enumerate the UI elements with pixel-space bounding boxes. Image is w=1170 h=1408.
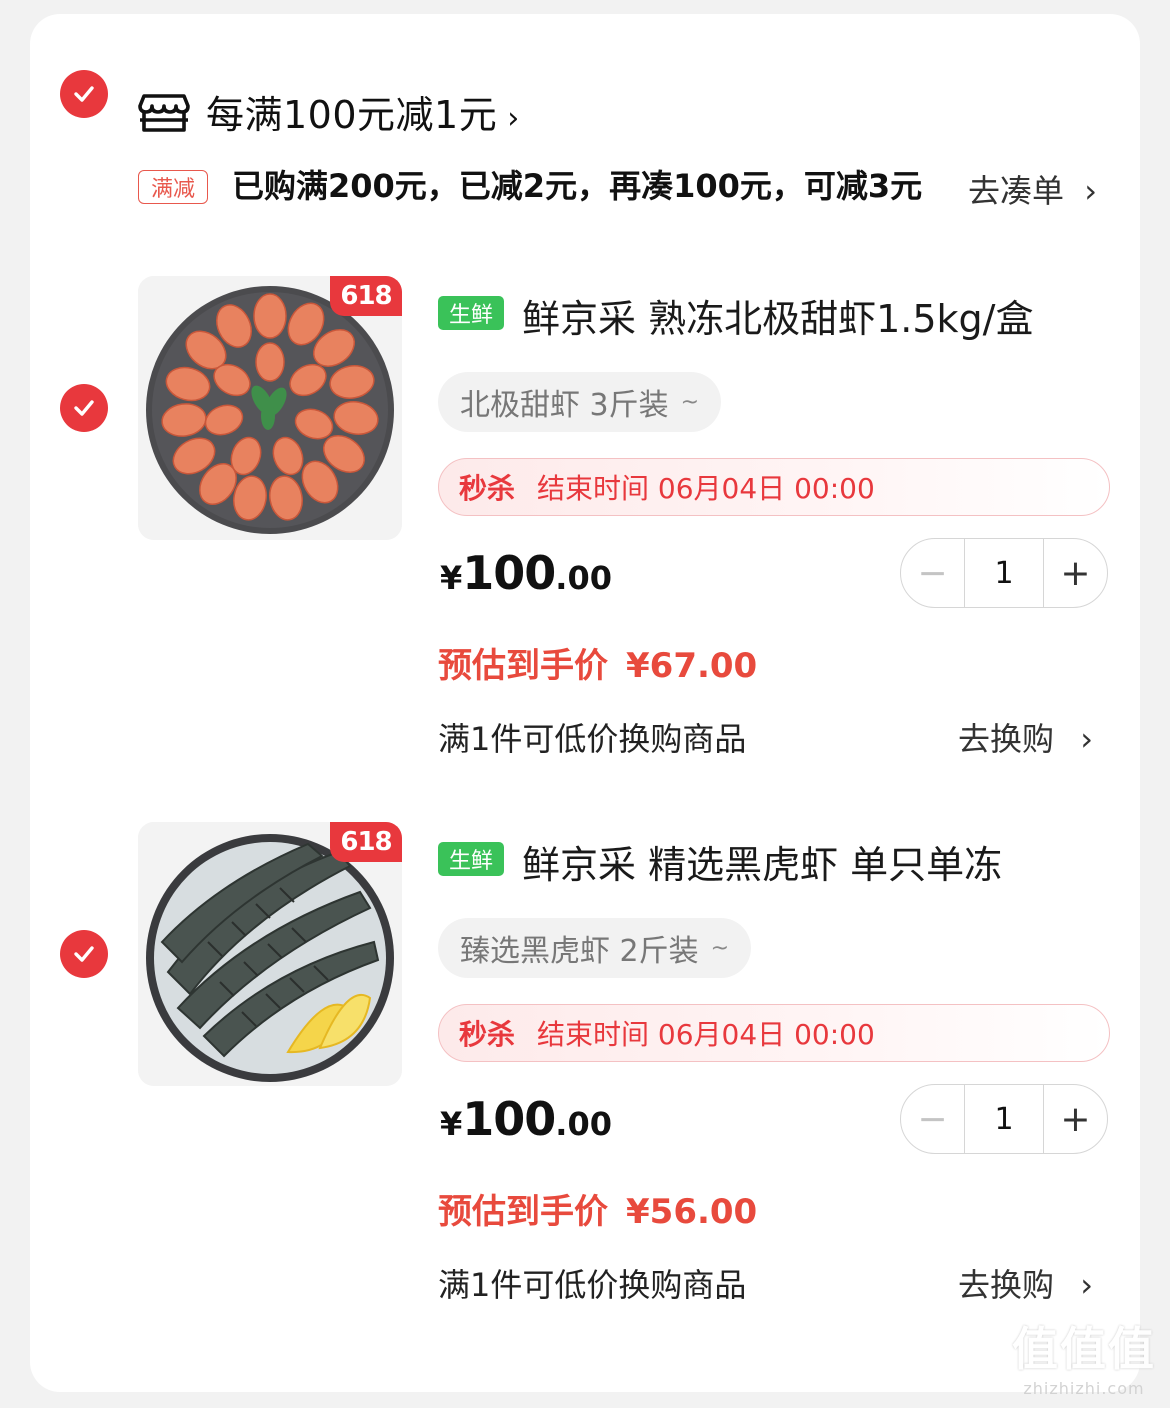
quantity-stepper: − 1 + (900, 1084, 1108, 1154)
site-watermark: 值值值 zhizhizhi.com (1012, 1313, 1156, 1398)
promo-tag: 满减 (138, 170, 208, 204)
product-image[interactable]: 618 (138, 276, 402, 540)
chevron-down-icon: ~ (710, 935, 730, 961)
quantity-value[interactable]: 1 (965, 1085, 1043, 1153)
decrease-quantity-button[interactable]: − (901, 1085, 965, 1153)
product-price: ¥100.00 (440, 546, 612, 600)
spec-label: 北极甜虾 3斤装 (460, 388, 669, 423)
store-promo-title-text: 每满100元减1元 (206, 93, 498, 137)
product-image[interactable]: 618 (138, 822, 402, 1086)
swap-offer-text: 满1件可低价换购商品 (438, 720, 747, 758)
price-integer: 100 (462, 1092, 556, 1146)
chevron-right-icon: › (1084, 172, 1097, 210)
chevron-right-icon: › (1080, 720, 1093, 758)
chevron-right-icon: › (1080, 1266, 1093, 1304)
flash-sale-banner: 秒杀 结束时间 06月04日 00:00 (438, 1004, 1110, 1062)
decrease-quantity-button[interactable]: − (901, 539, 965, 607)
swap-offer-link-label: 去换购 (958, 720, 1055, 758)
swap-offer-text: 满1件可低价换购商品 (438, 1266, 747, 1304)
item-checkbox[interactable] (60, 384, 108, 432)
flash-sale-end-time: 结束时间 06月04日 00:00 (537, 1018, 875, 1051)
cart-store-card: 每满100元减1元 › 满减 已购满200元，已减2元，再凑100元，可减3元 去… (30, 14, 1140, 1392)
promo-618-badge: 618 (330, 276, 402, 316)
estimated-price: 预估到手价 ¥67.00 (438, 638, 757, 687)
chevron-right-icon: › (507, 101, 520, 136)
spec-selector[interactable]: 臻选黑虎虾 2斤装 ~ (438, 918, 752, 978)
increase-quantity-button[interactable]: + (1043, 1085, 1107, 1153)
estimated-price-value: ¥67.00 (626, 646, 758, 686)
product-price: ¥100.00 (440, 1092, 612, 1146)
product-title[interactable]: 鲜京采 精选黑虎虾 单只单冻 (522, 834, 1002, 889)
spec-selector[interactable]: 北极甜虾 3斤装 ~ (438, 372, 722, 432)
check-icon (74, 946, 94, 962)
flash-sale-label: 秒杀 (459, 1018, 516, 1051)
cart-item: 618 生鲜 鲜京采 精选黑虎虾 单只单冻 臻选黑虎虾 2斤装 ~ 秒杀 结束时… (30, 822, 1140, 1342)
check-icon (74, 400, 94, 416)
promo-progress-text: 已购满200元，已减2元，再凑100元，可减3元 (232, 167, 923, 205)
add-more-link-label: 去凑单 (968, 172, 1065, 210)
select-all-checkbox[interactable] (60, 70, 108, 118)
flash-sale-end-time: 结束时间 06月04日 00:00 (537, 472, 875, 505)
estimated-price: 预估到手价 ¥56.00 (438, 1184, 757, 1233)
increase-quantity-button[interactable]: + (1043, 539, 1107, 607)
store-icon (138, 94, 190, 132)
store-promo-title[interactable]: 每满100元减1元 › (206, 84, 520, 139)
price-integer: 100 (462, 546, 556, 600)
price-decimal: .00 (555, 1105, 612, 1143)
check-icon (74, 86, 94, 102)
flash-sale-label: 秒杀 (459, 472, 516, 505)
product-title[interactable]: 鲜京采 熟冻北极甜虾1.5kg/盒 (522, 288, 1033, 343)
promo-618-badge: 618 (330, 822, 402, 862)
cart-item: 618 生鲜 鲜京采 熟冻北极甜虾1.5kg/盒 北极甜虾 3斤装 ~ 秒杀 结… (30, 276, 1140, 796)
add-more-link[interactable]: 去凑单 › (968, 166, 1097, 212)
quantity-stepper: − 1 + (900, 538, 1108, 608)
swap-offer-link[interactable]: 去换购 › (958, 1260, 1093, 1306)
quantity-value[interactable]: 1 (965, 539, 1043, 607)
watermark-logo: 值值值 (1012, 1322, 1156, 1376)
price-decimal: .00 (555, 559, 612, 597)
fresh-tag: 生鲜 (438, 842, 504, 876)
estimated-price-value: ¥56.00 (626, 1192, 758, 1232)
chevron-down-icon: ~ (680, 389, 700, 415)
price-currency: ¥ (440, 559, 463, 597)
swap-offer-link[interactable]: 去换购 › (958, 714, 1093, 760)
fresh-tag: 生鲜 (438, 296, 504, 330)
spec-label: 臻选黑虎虾 2斤装 (460, 934, 699, 969)
item-checkbox[interactable] (60, 930, 108, 978)
swap-offer-link-label: 去换购 (958, 1266, 1055, 1304)
price-currency: ¥ (440, 1105, 463, 1143)
estimated-price-label: 预估到手价 (438, 1192, 608, 1232)
watermark-url: zhizhizhi.com (1023, 1379, 1145, 1398)
flash-sale-banner: 秒杀 结束时间 06月04日 00:00 (438, 458, 1110, 516)
estimated-price-label: 预估到手价 (438, 646, 608, 686)
store-header: 每满100元减1元 › (30, 66, 1140, 156)
